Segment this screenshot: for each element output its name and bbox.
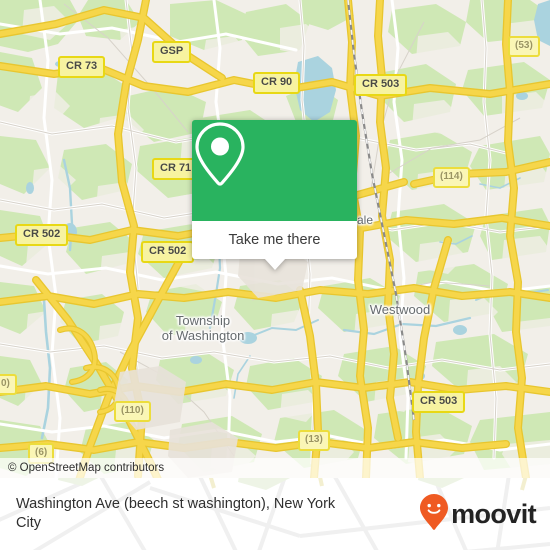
place-label-westwood: Westwood (369, 302, 431, 317)
moovit-pin-smiley-icon (419, 493, 449, 536)
bottom-info-bar: Washington Ave (beech st washington), Ne… (0, 478, 550, 550)
shield-110[interactable]: (110) (114, 401, 151, 422)
moovit-logo[interactable]: moovit (419, 493, 537, 536)
shield-cr-73[interactable]: CR 73 (58, 56, 106, 78)
shield-cr-502-mid[interactable]: CR 502 (141, 241, 195, 263)
shield-partial-left-edge[interactable]: 0) (0, 374, 17, 395)
shield-cr-503-bottom[interactable]: CR 503 (412, 391, 466, 413)
shield-gsp[interactable]: GSP (152, 41, 192, 63)
attribution-text: © OpenStreetMap contributors (8, 462, 165, 474)
moovit-wordmark: moovit (451, 498, 537, 529)
location-title: Washington Ave (beech st washington), Ne… (16, 496, 336, 531)
map-canvas[interactable]: Township of Washington Westwood ale GSP … (0, 0, 550, 478)
popup-header (192, 120, 357, 221)
take-me-there-button[interactable]: Take me there (192, 221, 357, 259)
shield-cr-90[interactable]: CR 90 (253, 72, 301, 94)
moovit-map-screenshot: Township of Washington Westwood ale GSP … (0, 0, 550, 550)
shield-cr-502-left[interactable]: CR 502 (15, 224, 69, 246)
map-attribution-bar: © OpenStreetMap contributors (0, 458, 550, 478)
shield-cr-503-top[interactable]: CR 503 (354, 74, 408, 96)
shield-53[interactable]: (53) (508, 36, 540, 57)
place-label-township-of-washington: Township of Washington (161, 313, 245, 343)
shield-13[interactable]: (13) (298, 430, 330, 451)
bottom-bar-content: Washington Ave (beech st washington), Ne… (0, 478, 550, 550)
take-me-there-label: Take me there (228, 232, 321, 248)
shield-114[interactable]: (114) (433, 167, 470, 188)
location-popup[interactable]: Take me there (192, 120, 357, 270)
popup-pointer-tail (263, 258, 286, 270)
